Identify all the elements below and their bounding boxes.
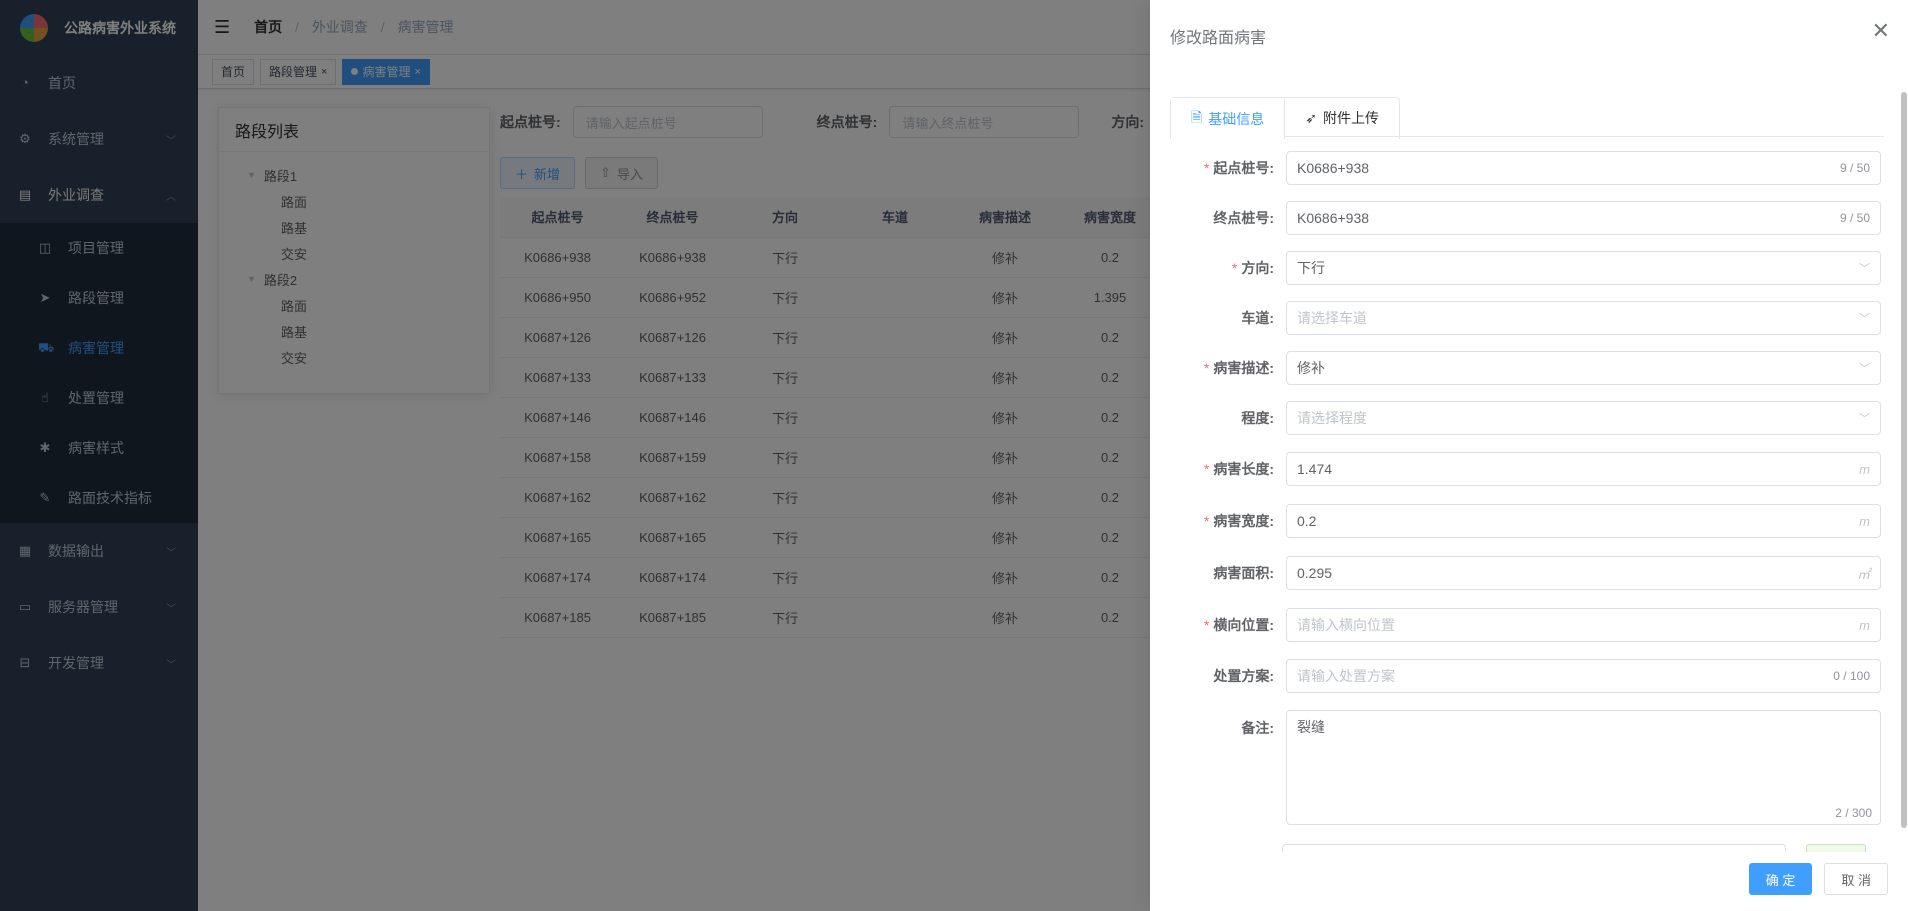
field-label: * 病害描述: — [1203, 360, 1274, 376]
cancel-button[interactable]: 取 消 — [1824, 863, 1888, 895]
tab-label: 基础信息 — [1208, 110, 1265, 127]
field-label: 终点桩号: — [1213, 210, 1274, 226]
tab-bar: 🗎 基础信息 ➶ 附件上传 — [1170, 97, 1400, 139]
unit-suffix: m — [1859, 513, 1870, 529]
placeholder: 请输入处置方案 — [1297, 668, 1395, 684]
tab-attachment[interactable]: ➶ 附件上传 — [1285, 98, 1399, 138]
close-icon[interactable]: ✕ — [1872, 20, 1890, 42]
form-row-end: 终点桩号: K0686+938 9 / 50 — [1170, 201, 1881, 235]
form-row-area: 病害面积: 0.295 ㎡ — [1170, 556, 1881, 590]
field-value: 下行 — [1297, 260, 1325, 276]
field-value: 1.474 — [1297, 461, 1333, 477]
form-row-start: * 起点桩号: K0686+938 9 / 50 — [1170, 151, 1881, 185]
form-row-direction: * 方向: 下行 ﹀ — [1170, 251, 1881, 285]
field-label: * 病害长度: — [1203, 461, 1274, 477]
form-row-lane: 车道: 请选择车道 ﹀ — [1170, 301, 1881, 335]
end-station-input[interactable]: K0686+938 9 / 50 — [1286, 201, 1881, 235]
unit-suffix: m — [1859, 461, 1870, 477]
field-value: 0.2 — [1297, 513, 1317, 529]
width-input[interactable]: 0.2 m — [1286, 504, 1881, 538]
char-count: 0 / 100 — [1833, 669, 1870, 683]
form-row-length: * 病害长度: 1.474 m — [1170, 452, 1881, 486]
remark-textarea[interactable]: 裂缝 2 / 300 — [1286, 710, 1881, 825]
chevron-down-icon: ﹀ — [1859, 413, 1870, 425]
chevron-down-icon: ﹀ — [1859, 263, 1870, 275]
direction-select[interactable]: 下行 ﹀ — [1286, 251, 1881, 285]
field-value: 0.295 — [1297, 565, 1333, 581]
form-row-remark: 备注: 裂缝 2 / 300 — [1170, 710, 1881, 825]
scrollbar-thumb[interactable] — [1901, 92, 1907, 828]
char-count: 2 / 300 — [1835, 806, 1872, 820]
drawer-title: 修改路面病害 — [1170, 30, 1267, 47]
field-label: 处置方案: — [1213, 668, 1274, 684]
navigation-icon: ➶ — [1305, 109, 1317, 126]
field-label: * 方向: — [1231, 260, 1274, 276]
tab-label: 附件上传 — [1323, 110, 1379, 126]
form-row-desc: * 病害描述: 修补 ﹀ — [1170, 351, 1881, 385]
partial-input[interactable] — [1282, 844, 1786, 852]
disease-desc-select[interactable]: 修补 ﹀ — [1286, 351, 1881, 385]
doc-icon: 🗎 — [1191, 108, 1203, 125]
chevron-down-icon: ﹀ — [1859, 313, 1870, 325]
unit-suffix: m — [1859, 617, 1870, 633]
start-station-input[interactable]: K0686+938 9 / 50 — [1286, 151, 1881, 185]
field-label: * 横向位置: — [1203, 617, 1274, 633]
placeholder: 请选择程度 — [1297, 410, 1367, 426]
field-label: * 起点桩号: — [1203, 160, 1274, 176]
placeholder: 请输入横向位置 — [1297, 617, 1395, 633]
field-label: 备注: — [1241, 720, 1274, 736]
field-value: 修补 — [1297, 360, 1325, 376]
area-input[interactable]: 0.295 ㎡ — [1286, 556, 1881, 590]
field-value: K0686+938 — [1297, 210, 1370, 226]
lateral-position-input[interactable]: 请输入横向位置 m — [1286, 608, 1881, 642]
placeholder: 请选择车道 — [1297, 310, 1367, 326]
partial-button[interactable] — [1806, 844, 1866, 852]
form-row-degree: 程度: 请选择程度 ﹀ — [1170, 401, 1881, 435]
unit-suffix: ㎡ — [1856, 566, 1870, 582]
field-label: * 病害宽度: — [1203, 513, 1274, 529]
drawer-scrollbar[interactable] — [1900, 78, 1908, 848]
confirm-button[interactable]: 确 定 — [1748, 863, 1813, 895]
tab-basic-info[interactable]: 🗎 基础信息 — [1171, 98, 1286, 139]
field-label: 车道: — [1241, 310, 1274, 326]
char-count: 9 / 50 — [1839, 211, 1870, 225]
field-label: 程度: — [1241, 410, 1274, 426]
modal-overlay[interactable] — [0, 0, 1150, 911]
field-value: K0686+938 — [1297, 160, 1370, 176]
lane-select[interactable]: 请选择车道 ﹀ — [1286, 301, 1881, 335]
form-row-lateral: * 横向位置: 请输入横向位置 m — [1170, 608, 1881, 642]
form-row-width: * 病害宽度: 0.2 m — [1170, 504, 1881, 538]
disposal-plan-input[interactable]: 请输入处置方案 0 / 100 — [1286, 659, 1881, 693]
field-value: 裂缝 — [1297, 719, 1325, 735]
char-count: 9 / 50 — [1839, 161, 1870, 175]
chevron-down-icon: ﹀ — [1859, 363, 1870, 375]
length-input[interactable]: 1.474 m — [1286, 452, 1881, 486]
field-label: 病害面积: — [1213, 565, 1274, 581]
edit-drawer: 修改路面病害 ✕ 🗎 基础信息 ➶ 附件上传 * 起点桩号: K0686+938 9 /… — [1150, 0, 1908, 911]
drawer-footer: 确 定 取 消 — [1748, 863, 1888, 895]
form-row-plan: 处置方案: 请输入处置方案 0 / 100 — [1170, 659, 1881, 693]
degree-select[interactable]: 请选择程度 ﹀ — [1286, 401, 1881, 435]
